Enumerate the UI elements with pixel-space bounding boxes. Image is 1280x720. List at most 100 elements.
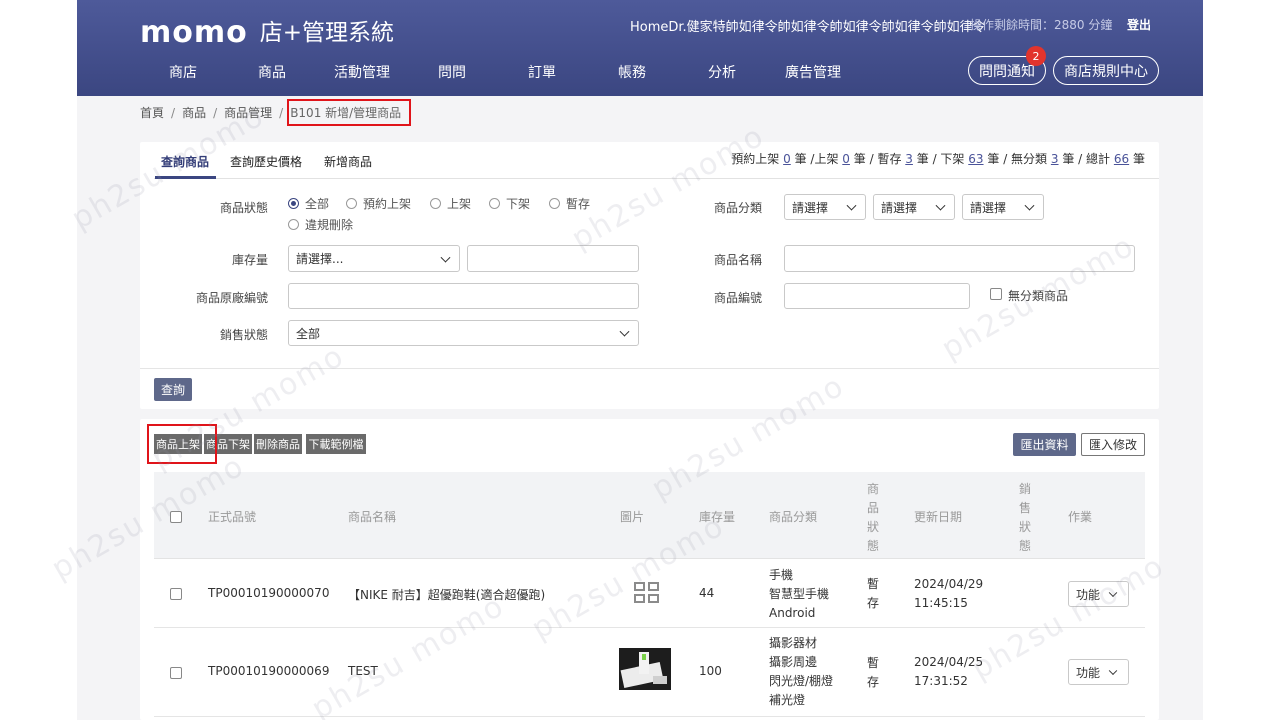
count-uncategorized[interactable]: 3 [1051, 152, 1059, 166]
row-name[interactable]: TEST [348, 664, 378, 678]
product-table: 正式品號 商品名稱 圖片 庫存量 商品分類 商品狀態 更新日期 銷售狀態 作業 … [154, 429, 1145, 720]
notify-count-badge: 2 [1026, 46, 1046, 66]
row-category: 攝影器材 攝影周邊 閃光燈/棚燈 補光燈 [769, 634, 833, 710]
row-checkbox[interactable] [170, 588, 182, 600]
product-code-input[interactable] [784, 283, 970, 309]
col-updated[interactable]: 更新日期 [914, 508, 962, 525]
tab-query-products[interactable]: 查詢商品 [161, 153, 209, 170]
col-status[interactable]: 商品狀態 [867, 480, 879, 556]
count-draft[interactable]: 3 [905, 152, 913, 166]
product-name-input[interactable] [784, 245, 1135, 272]
uncategorized-checkbox[interactable] [990, 288, 1002, 300]
table-row: TP00010190000070 【NIKE 耐吉】超優跑鞋(適合超優跑) 44… [154, 559, 1145, 628]
nav-products[interactable]: 商品 [258, 62, 286, 82]
col-ops: 作業 [1068, 510, 1093, 524]
col-sales-status[interactable]: 銷售狀態 [1019, 480, 1031, 556]
sales-status-select[interactable]: 全部 [288, 320, 639, 346]
count-label: 筆 / 總計 [1062, 152, 1111, 166]
user-name: HomeDr.健家特帥如律令帥如律令帥如律令帥如律令帥如律令 [630, 20, 986, 35]
select-all-checkbox[interactable] [170, 511, 182, 523]
col-stock[interactable]: 庫存量 [699, 508, 735, 525]
radio-label: 上架 [447, 197, 472, 211]
stock-label: 庫存量 [231, 253, 268, 267]
row-name[interactable]: 【NIKE 耐吉】超優跑鞋(適合超優跑) [348, 586, 545, 603]
stock-input[interactable] [467, 245, 639, 272]
divider [140, 368, 1159, 369]
crumb-separator: / [213, 105, 218, 120]
crumb-home[interactable]: 首頁 [140, 104, 164, 121]
col-category[interactable]: 商品分類 [769, 508, 817, 525]
dropdown-label: 功能 [1076, 665, 1101, 680]
status-radio-all[interactable]: 全部 [288, 195, 329, 212]
col-code[interactable]: 正式品號 [208, 508, 256, 525]
radio-checked-icon [288, 198, 299, 209]
row-updated: 2024/04/25 17:31:52 [914, 653, 983, 691]
crumb-products[interactable]: 商品 [182, 104, 206, 121]
count-delisted[interactable]: 63 [968, 152, 983, 166]
row-checkbox[interactable] [170, 667, 182, 679]
chevron-down-icon [1024, 200, 1035, 211]
nav-analytics[interactable]: 分析 [708, 62, 736, 82]
session-timer: 操作剩餘時間：2880 分鐘 [970, 18, 1113, 32]
count-label: 預約上架 [731, 152, 780, 166]
store-rules-button[interactable]: 商店規則中心 [1053, 56, 1159, 85]
uncategorized-label: 無分類商品 [1008, 289, 1069, 303]
logout-link[interactable]: 登出 [1127, 16, 1151, 33]
status-radio-scheduled[interactable]: 預約上架 [346, 195, 411, 212]
tab-price-history[interactable]: 查詢歷史價格 [230, 153, 302, 170]
category-level-3: Android [769, 606, 816, 620]
status-radio-violation[interactable]: 違規刪除 [288, 216, 353, 233]
chevron-down-icon [440, 252, 451, 263]
radio-icon [489, 198, 500, 209]
radio-icon [288, 219, 299, 230]
count-scheduled[interactable]: 0 [783, 152, 791, 166]
updated-date: 2024/04/29 [914, 577, 984, 591]
sales-status-label: 銷售狀態 [219, 328, 268, 342]
status-radio-draft[interactable]: 暫存 [549, 195, 590, 212]
active-tab-indicator [155, 176, 216, 179]
product-thumbnail[interactable] [619, 648, 671, 690]
nav-orders[interactable]: 訂單 [528, 62, 556, 82]
nav-qa[interactable]: 問問 [438, 62, 466, 82]
nav-accounts[interactable]: 帳務 [618, 62, 646, 82]
nav-store[interactable]: 商店 [169, 62, 197, 82]
category-level-1: 攝影器材 [769, 636, 818, 650]
count-label: 筆 [1132, 152, 1145, 166]
radio-label: 下架 [506, 197, 531, 211]
tab-add-product[interactable]: 新增商品 [324, 153, 372, 170]
radio-label: 全部 [305, 197, 330, 211]
category-select-3[interactable]: 請選擇 [962, 194, 1044, 220]
chevron-down-icon [846, 200, 857, 211]
nav-ads[interactable]: 廣告管理 [785, 62, 841, 82]
row-status: 暫存 [867, 577, 880, 610]
col-name[interactable]: 商品名稱 [348, 508, 396, 525]
stock-select[interactable]: 請選擇... [288, 245, 460, 272]
table-header: 正式品號 商品名稱 圖片 庫存量 商品分類 商品狀態 更新日期 銷售狀態 作業 [154, 472, 1145, 559]
count-listed[interactable]: 0 [842, 152, 850, 166]
row-function-dropdown[interactable]: 功能 [1068, 659, 1129, 685]
row-function-dropdown[interactable]: 功能 [1068, 581, 1129, 607]
vendor-code-input[interactable] [288, 283, 639, 309]
select-value: 請選擇 [970, 200, 1007, 215]
chevron-down-icon [1108, 588, 1118, 598]
category-level-2: 攝影周邊 [769, 655, 818, 669]
query-button[interactable]: 查詢 [154, 378, 192, 401]
status-label: 商品狀態 [219, 201, 268, 215]
row-code[interactable]: TP00010190000069 [208, 664, 329, 678]
site-logo[interactable]: momo 店+管理系統 [140, 18, 394, 48]
logo-wordmark: momo [140, 15, 248, 50]
updated-time: 17:31:52 [914, 674, 968, 688]
row-code[interactable]: TP00010190000070 [208, 586, 329, 600]
nav-campaigns[interactable]: 活動管理 [334, 62, 390, 82]
status-radio-listed[interactable]: 上架 [430, 195, 471, 212]
row-updated: 2024/04/29 11:45:15 [914, 575, 983, 613]
row-status: 暫存 [867, 656, 880, 689]
updated-date: 2024/04/25 [914, 655, 984, 669]
status-radio-delisted[interactable]: 下架 [489, 195, 530, 212]
category-select-1[interactable]: 請選擇 [784, 194, 866, 220]
col-image: 圖片 [620, 510, 645, 524]
select-value: 請選擇... [296, 252, 344, 266]
category-select-2[interactable]: 請選擇 [873, 194, 955, 220]
crumb-product-management[interactable]: 商品管理 [224, 104, 272, 121]
count-total[interactable]: 66 [1114, 152, 1129, 166]
